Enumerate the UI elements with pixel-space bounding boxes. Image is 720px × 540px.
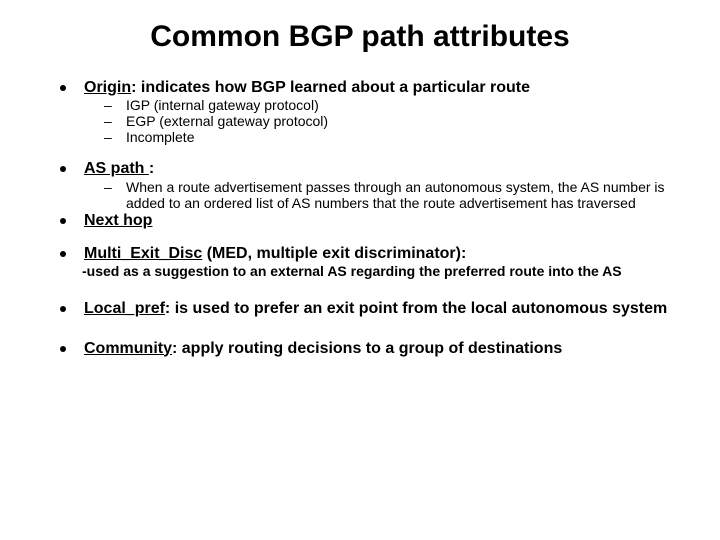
bullet-dot-icon [60,218,66,224]
dash-icon: – [104,97,114,113]
bullet-dot-icon [60,306,66,312]
community-desc: : apply routing decisions to a group of … [172,340,562,357]
bullet-localpref-text: Local_pref: is used to prefer an exit po… [84,299,680,318]
bullet-community: Community: apply routing decisions to a … [60,339,680,358]
bullet-dot-icon [60,251,66,257]
bullet-aspath: AS path : [60,159,680,178]
med-desc: (MED, multiple exit discriminator): [202,245,466,262]
bullet-localpref: Local_pref: is used to prefer an exit po… [60,299,680,318]
bullet-origin-text: Origin: indicates how BGP learned about … [84,78,680,97]
sub-aspath-desc: When a route advertisement passes throug… [126,179,680,211]
aspath-desc: : [149,160,154,177]
bullet-dot-icon [60,166,66,172]
localpref-desc: : is used to prefer an exit point from t… [165,300,667,317]
bullet-nexthop-text: Next hop [84,211,680,230]
sub-item: – Incomplete [104,129,680,145]
nexthop-label: Next hop [84,212,152,229]
sub-item: – EGP (external gateway protocol) [104,113,680,129]
sub-med-note: -used as a suggestion to an external AS … [82,263,680,279]
localpref-label: Local_pref [84,300,165,317]
sub-item: – IGP (internal gateway protocol) [104,97,680,113]
bullet-nexthop: Next hop [60,211,680,230]
bullet-dot-icon [60,346,66,352]
origin-label: Origin [84,79,131,96]
bullet-med-text: Multi_Exit_Disc (MED, multiple exit disc… [84,244,680,263]
bullet-med: Multi_Exit_Disc (MED, multiple exit disc… [60,244,680,263]
bullet-dot-icon [60,85,66,91]
bullet-aspath-text: AS path : [84,159,680,178]
sub-incomplete: Incomplete [126,129,680,145]
sub-item: – When a route advertisement passes thro… [104,179,680,211]
bullet-community-text: Community: apply routing decisions to a … [84,339,680,358]
bullet-origin: Origin: indicates how BGP learned about … [60,78,680,97]
sub-igp: IGP (internal gateway protocol) [126,97,680,113]
aspath-label: AS path [84,160,149,177]
dash-icon: – [104,179,114,195]
med-label: Multi_Exit_Disc [84,245,202,262]
dash-icon: – [104,129,114,145]
origin-desc: : indicates how BGP learned about a part… [131,79,530,96]
slide-title: Common BGP path attributes [40,20,680,54]
sub-egp: EGP (external gateway protocol) [126,113,680,129]
community-label: Community [84,340,172,357]
dash-icon: – [104,113,114,129]
